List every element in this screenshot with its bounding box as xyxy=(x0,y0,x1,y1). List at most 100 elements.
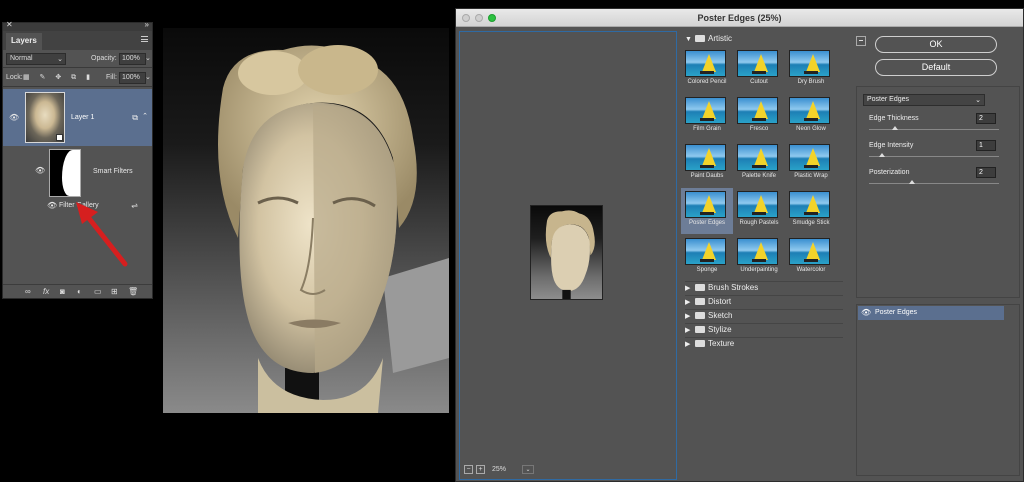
filter-preview-image xyxy=(789,50,830,77)
red-arrow-annotation xyxy=(76,202,128,267)
opacity-field[interactable]: 100% xyxy=(119,53,146,65)
filter-name: Film Grain xyxy=(693,126,721,132)
param-label: Edge Thickness xyxy=(869,115,919,122)
new-layer-icon[interactable]: ⊞ xyxy=(111,287,118,296)
filter-thumbnail[interactable]: Smudge Stick xyxy=(785,188,837,234)
lock-icons[interactable]: ▦ ✎ ✥ ⧉ ▮ xyxy=(23,73,94,82)
filter-name: Rough Pastels xyxy=(739,220,779,226)
filter-preview-image xyxy=(789,97,830,124)
slider-handle[interactable] xyxy=(892,126,898,130)
folder-icon xyxy=(695,326,705,333)
param-label: Posterization xyxy=(869,169,910,176)
zoom-out-button[interactable]: − xyxy=(464,465,473,474)
toggle-gallery-button[interactable] xyxy=(856,36,866,46)
smart-filters-row[interactable]: 👁 Smart Filters 👁 Filter Gallery ⇌ xyxy=(3,146,152,210)
new-group-icon[interactable]: ▭ xyxy=(94,287,102,296)
filter-mask-thumbnail[interactable] xyxy=(49,149,81,197)
fill-dropdown-icon[interactable]: ⌄ xyxy=(145,73,151,81)
layer-row-layer-1[interactable]: 👁 Layer 1 ⧉ ⌃ xyxy=(3,89,152,146)
layer-name: Layer 1 xyxy=(71,114,95,121)
param-value-field[interactable]: 1 xyxy=(976,140,996,151)
filter-select[interactable]: Poster Edges ⌄ xyxy=(863,94,985,106)
collapse-arrow-icon[interactable]: ⌃ xyxy=(142,112,148,120)
opacity-dropdown-icon[interactable]: ⌄ xyxy=(145,54,151,62)
settings-pane: OK Default Poster Edges ⌄ Edge Thickness… xyxy=(851,31,1022,480)
filter-name: Dry Brush xyxy=(797,79,825,85)
expanded-triangle-icon: ▼ xyxy=(685,36,692,43)
filter-gallery-list: ▼ Artistic Colored Pencil Cutout Dry Brush F… xyxy=(681,31,844,480)
filter-gallery-dialog: Poster Edges (25%) − + 25% ⌄ ▼ Artistic xyxy=(455,8,1024,482)
preview-pane[interactable]: − + 25% ⌄ xyxy=(459,31,677,480)
add-mask-icon[interactable]: ◙ xyxy=(60,287,65,296)
slider-handle[interactable] xyxy=(879,153,885,157)
filter-preview-image xyxy=(789,238,830,265)
collapsed-triangle-icon: ▶ xyxy=(685,285,691,292)
applied-effect-name: Poster Edges xyxy=(875,309,918,316)
param-value-field[interactable]: 2 xyxy=(976,167,996,178)
smart-filters-eye-icon[interactable]: 👁 xyxy=(35,166,45,175)
blending-options-icon[interactable]: ⇌ xyxy=(131,201,138,210)
filter-name: Smudge Stick xyxy=(792,220,830,226)
category-collapsed[interactable]: ▶ Texture xyxy=(685,339,734,352)
filter-gallery-eye-icon[interactable]: 👁 xyxy=(47,201,57,210)
filter-thumbnail[interactable]: Colored Pencil xyxy=(681,47,733,93)
close-icon[interactable]: ✕ xyxy=(6,20,13,29)
tab-layers[interactable]: Layers xyxy=(6,33,42,50)
collapse-icon[interactable]: » xyxy=(145,20,149,29)
blend-mode-select[interactable]: Normal ⌄ xyxy=(6,53,66,65)
statue-head-image xyxy=(218,45,449,413)
slider-handle[interactable] xyxy=(908,180,915,184)
filter-thumbnail[interactable]: Fresco xyxy=(733,94,785,140)
zoom-in-button[interactable]: + xyxy=(476,465,485,474)
category-label: Brush Strokes xyxy=(708,283,759,292)
panel-menu-icon[interactable] xyxy=(141,36,148,42)
filter-thumbnail[interactable]: Rough Pastels xyxy=(733,188,785,234)
link-icon[interactable]: ∞ xyxy=(25,287,31,296)
blend-mode-value: Normal xyxy=(10,55,33,62)
filter-preview-image xyxy=(737,238,778,265)
smart-filters-label: Smart Filters xyxy=(93,168,133,175)
trash-icon[interactable]: 🗑 xyxy=(128,287,138,296)
adjustment-layer-icon[interactable]: ◐ xyxy=(77,287,82,296)
fx-icon[interactable]: fx xyxy=(43,287,49,296)
dialog-titlebar[interactable]: Poster Edges (25%) xyxy=(456,9,1023,27)
param-slider[interactable] xyxy=(869,153,999,157)
category-artistic[interactable]: ▼ Artistic xyxy=(685,34,732,47)
effect-visibility-eye-icon[interactable]: 👁 xyxy=(861,308,871,317)
filter-thumbnail[interactable]: Poster Edges xyxy=(681,188,733,234)
category-label: Artistic xyxy=(708,34,732,43)
param-label: Edge Intensity xyxy=(869,142,914,149)
applied-effect-row[interactable]: 👁 Poster Edges xyxy=(858,306,1004,320)
filter-name: Watercolor xyxy=(796,267,826,273)
visibility-eye-icon[interactable]: 👁 xyxy=(9,113,19,122)
filter-preview-image xyxy=(685,144,726,171)
param-slider[interactable] xyxy=(869,126,999,130)
filter-thumbnail[interactable]: Sponge xyxy=(681,235,733,281)
smart-filter-indicator-icon: ⧉ xyxy=(132,113,138,122)
filter-name: Colored Pencil xyxy=(687,79,727,85)
filter-thumbnail[interactable]: Plastic Wrap xyxy=(785,141,837,187)
filter-thumbnail[interactable]: Film Grain xyxy=(681,94,733,140)
filter-preview-image xyxy=(685,238,726,265)
chevron-down-icon: ⌄ xyxy=(975,97,981,104)
param-slider[interactable] xyxy=(869,180,999,184)
filter-thumbnail[interactable]: Watercolor xyxy=(785,235,837,281)
folder-icon xyxy=(695,35,705,42)
param-value-field[interactable]: 2 xyxy=(976,113,996,124)
layers-toolbar: ∞ fx ◙ ◐ ▭ ⊞ 🗑 xyxy=(3,284,152,298)
filter-thumbnail[interactable]: Dry Brush xyxy=(785,47,837,93)
filter-thumbnail[interactable]: Underpainting xyxy=(733,235,785,281)
filter-thumbnail[interactable]: Neon Glow xyxy=(785,94,837,140)
chevron-down-icon: ⌄ xyxy=(57,56,63,63)
filter-preview-image xyxy=(685,191,726,218)
filter-thumbnail[interactable]: Paint Daubs xyxy=(681,141,733,187)
default-button[interactable]: Default xyxy=(875,59,997,76)
filter-preview-image xyxy=(685,97,726,124)
ok-button[interactable]: OK xyxy=(875,36,997,53)
fill-field[interactable]: 100% xyxy=(119,72,146,84)
filter-thumbnail[interactable]: Cutout xyxy=(733,47,785,93)
zoom-dropdown-icon[interactable]: ⌄ xyxy=(522,465,534,474)
document-canvas[interactable] xyxy=(163,28,449,413)
applied-effects-list: 👁 Poster Edges xyxy=(856,304,1020,476)
filter-thumbnail[interactable]: Palette Knife xyxy=(733,141,785,187)
